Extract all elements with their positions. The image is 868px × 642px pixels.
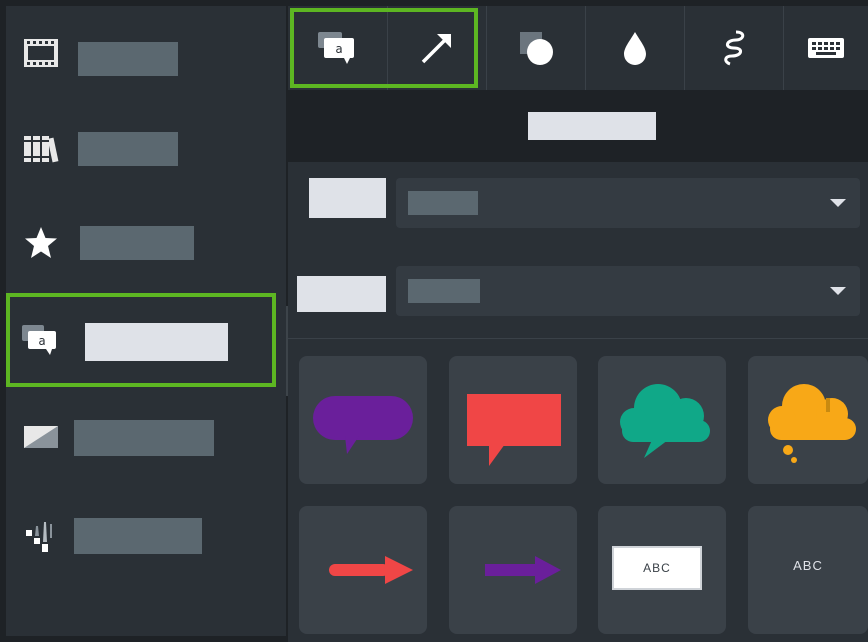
active-tab-highlight bbox=[290, 8, 478, 88]
annotation-type-toolbar: a bbox=[288, 6, 868, 90]
sketch-motion-icon bbox=[723, 30, 744, 66]
transition-icon bbox=[22, 418, 60, 456]
boxed-text-sample: ABC bbox=[612, 546, 702, 590]
sidebar-item-label bbox=[74, 518, 202, 554]
annotation-orange-thought-cloud[interactable] bbox=[748, 356, 868, 484]
annotations-panel: a ABC ABC bbox=[288, 6, 868, 642]
tab-label bbox=[585, 6, 586, 7]
sidebar-item-label bbox=[78, 42, 178, 76]
sidebar-item-annotations[interactable]: a bbox=[6, 293, 276, 387]
tab-shapes[interactable] bbox=[486, 6, 586, 90]
theme-label bbox=[297, 276, 386, 312]
tab-blur-highlight[interactable] bbox=[585, 6, 685, 90]
behaviors-icon bbox=[22, 518, 60, 556]
tab-label bbox=[684, 6, 685, 7]
chevron-down-icon bbox=[830, 287, 846, 295]
panel-header bbox=[288, 90, 868, 162]
chevron-down-icon bbox=[830, 199, 846, 207]
sidebar-item-label bbox=[78, 132, 178, 166]
shape-tab-icon bbox=[519, 32, 553, 65]
tab-label bbox=[486, 6, 487, 7]
style-dropdown-value bbox=[408, 191, 478, 215]
style-label bbox=[309, 178, 386, 218]
sidebar-item-behaviors[interactable] bbox=[6, 496, 286, 582]
sidebar-item-media[interactable] bbox=[6, 10, 286, 96]
panel-title bbox=[528, 112, 656, 140]
sidebar-item-label bbox=[80, 226, 194, 260]
sidebar-item-favorites[interactable] bbox=[6, 202, 286, 288]
film-strip-icon bbox=[22, 34, 60, 72]
plain-text-sample: ABC bbox=[793, 558, 823, 573]
tab-label bbox=[288, 6, 289, 7]
style-dropdown[interactable] bbox=[396, 178, 860, 228]
sidebar-item-library[interactable] bbox=[6, 106, 286, 192]
annotation-boxed-text[interactable]: ABC bbox=[598, 506, 726, 634]
library-books-icon bbox=[22, 130, 60, 168]
annotation-teal-cloud[interactable] bbox=[598, 356, 726, 484]
annotation-red-speech-box[interactable] bbox=[449, 356, 577, 484]
annotation-callout-icon: a bbox=[22, 321, 60, 359]
sidebar-item-label bbox=[85, 323, 228, 361]
svg-text:a: a bbox=[38, 334, 45, 348]
theme-dropdown-value bbox=[408, 279, 480, 303]
annotation-plain-text[interactable]: ABC bbox=[748, 506, 868, 634]
star-icon bbox=[22, 224, 60, 262]
tab-label bbox=[783, 6, 784, 7]
sidebar: a bbox=[6, 6, 292, 636]
tab-keystroke[interactable] bbox=[783, 6, 868, 90]
divider bbox=[288, 338, 868, 339]
tab-sketch-motion[interactable] bbox=[684, 6, 784, 90]
tab-label bbox=[387, 6, 388, 7]
keyboard-icon bbox=[807, 38, 844, 58]
annotation-purple-speech-bubble[interactable] bbox=[299, 356, 427, 484]
annotation-purple-arrow[interactable] bbox=[449, 506, 577, 634]
theme-dropdown[interactable] bbox=[396, 266, 860, 316]
sidebar-item-transitions[interactable] bbox=[6, 394, 286, 480]
sidebar-item-label bbox=[74, 420, 214, 456]
blur-drop-icon bbox=[623, 32, 646, 65]
annotation-red-arrow[interactable] bbox=[299, 506, 427, 634]
